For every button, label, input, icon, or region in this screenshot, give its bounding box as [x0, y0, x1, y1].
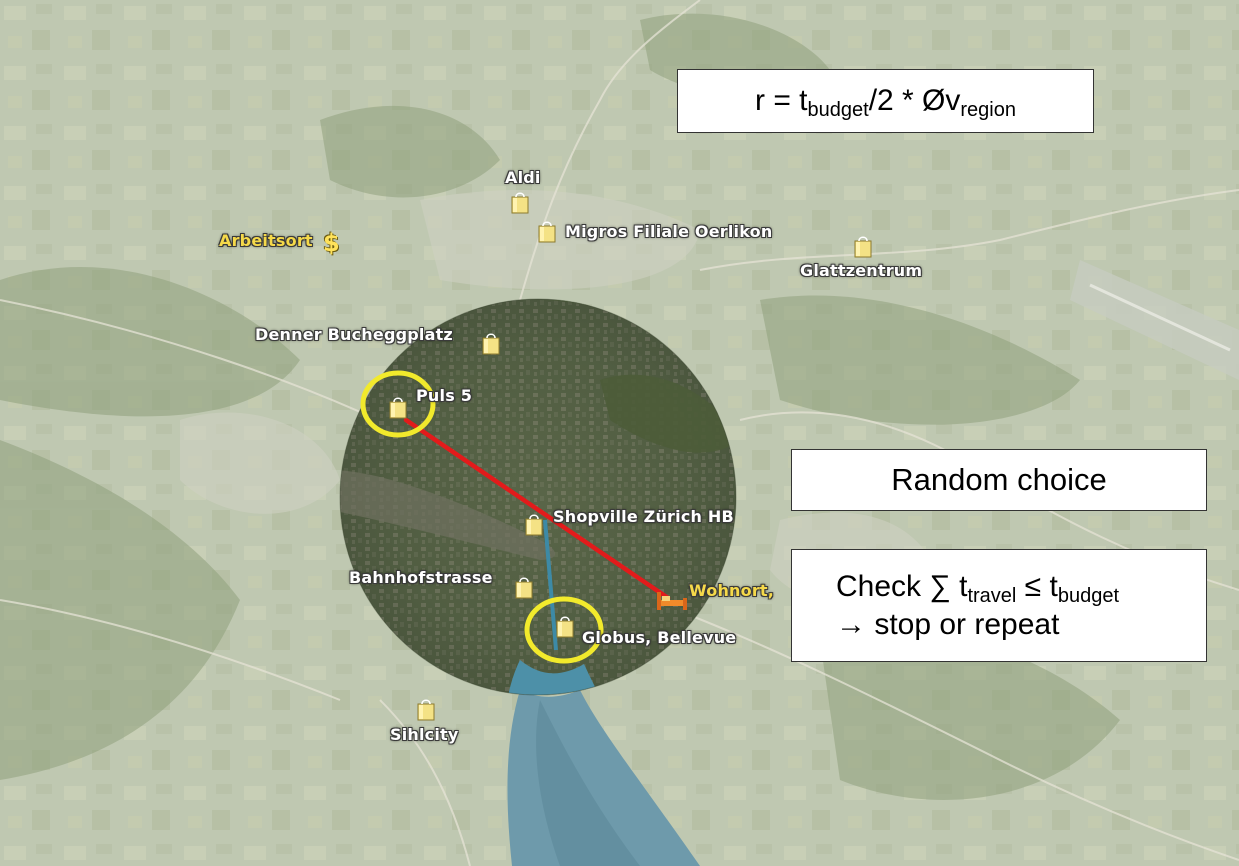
shopping-bag-icon[interactable]	[514, 575, 534, 599]
shopping-bag-icon[interactable]	[555, 614, 575, 638]
shopping-bag-icon[interactable]	[853, 234, 873, 258]
formula-mid: /2 * Øv	[868, 84, 961, 117]
shopping-bag-icon[interactable]	[537, 219, 557, 243]
shopping-bag-icon[interactable]	[510, 190, 530, 214]
shopping-bag-icon[interactable]	[481, 331, 501, 355]
shopping-bag-icon[interactable]	[416, 697, 436, 721]
radius-formula: r = tbudget/2 * Øvregion	[755, 84, 1016, 121]
label-aldi[interactable]: Aldi	[505, 168, 541, 187]
label-glattzentrum[interactable]: Glattzentrum	[800, 261, 922, 280]
formula-sub-budget: budget	[807, 99, 869, 121]
formula-sub-region: region	[960, 99, 1016, 121]
shopping-bag-icon[interactable]	[524, 512, 544, 536]
dollar-icon[interactable]: $	[323, 229, 340, 257]
random-choice-text: Random choice	[891, 462, 1107, 497]
check-prefix: Check ∑ t	[836, 569, 968, 603]
label-migros-oerlikon[interactable]: Migros Filiale Oerlikon	[565, 222, 772, 241]
label-shopville-zurich-hb[interactable]: Shopville Zürich HB	[553, 507, 734, 526]
check-line-1: Check ∑ ttravel ≤ tbudget	[836, 568, 1119, 606]
check-mid: ≤ t	[1016, 569, 1058, 603]
random-choice-box: Random choice	[791, 449, 1207, 511]
check-budget-box: Check ∑ ttravel ≤ tbudget → stop or repe…	[791, 549, 1207, 662]
bed-icon[interactable]	[655, 588, 689, 612]
check-sub-travel: travel	[967, 584, 1017, 607]
shopping-bag-icon[interactable]	[388, 395, 408, 419]
label-globus-bellevue[interactable]: Globus, Bellevue	[582, 628, 736, 647]
label-puls5[interactable]: Puls 5	[416, 386, 472, 405]
check-line-2: → stop or repeat	[836, 607, 1060, 641]
label-bahnhofstrasse[interactable]: Bahnhofstrasse	[349, 568, 493, 587]
label-arbeitsort[interactable]: Arbeitsort	[219, 231, 313, 250]
label-wohnort[interactable]: Wohnort,	[689, 581, 774, 600]
label-sihlcity[interactable]: Sihlcity	[390, 725, 459, 744]
label-denner-bucheggplatz[interactable]: Denner Bucheggplatz	[255, 325, 453, 344]
radius-formula-box: r = tbudget/2 * Øvregion	[677, 69, 1094, 133]
check-sub-budget: budget	[1057, 584, 1119, 607]
formula-prefix: r = t	[755, 84, 808, 117]
